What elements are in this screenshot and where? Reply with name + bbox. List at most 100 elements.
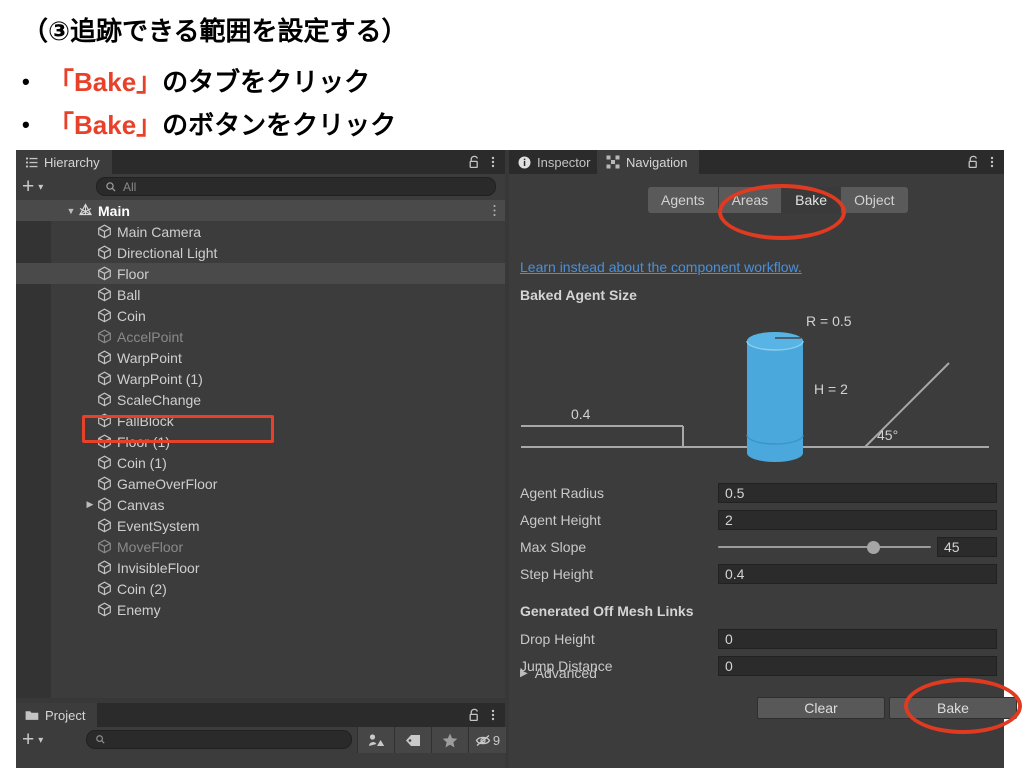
- kebab-menu-icon[interactable]: [493, 204, 496, 217]
- kebab-menu-icon[interactable]: [990, 155, 994, 169]
- label-tag-icon: [405, 734, 422, 747]
- field-label: Step Height: [520, 566, 594, 582]
- hierarchy-item-label: InvisibleFloor: [117, 559, 200, 576]
- hierarchy-item-floor[interactable]: Floor: [16, 263, 505, 284]
- clear-button[interactable]: Clear: [757, 697, 885, 719]
- twisty[interactable]: ▶: [85, 499, 95, 510]
- tab-navigation[interactable]: Navigation: [597, 150, 700, 174]
- hierarchy-item-main[interactable]: ▼ Main: [16, 200, 505, 221]
- search-icon: [105, 181, 117, 193]
- project-favorite-button[interactable]: [431, 727, 468, 753]
- bullet-marker-2: •: [22, 112, 30, 137]
- hierarchy-item-enemy[interactable]: Enemy: [16, 599, 505, 620]
- bake-row-agent-radius: Agent Radius 0.5: [509, 480, 1004, 506]
- project-search-input[interactable]: [86, 730, 352, 749]
- hierarchy-item-label: Canvas: [117, 496, 165, 513]
- bake-row-step-height: Step Height 0.4: [509, 561, 1004, 587]
- kebab-menu-icon[interactable]: [491, 708, 495, 722]
- bake-row-agent-height: Agent Height 2: [509, 507, 1004, 533]
- inspector-tabbar: Inspector Navigation: [509, 150, 1004, 174]
- hierarchy-item-label: Directional Light: [117, 244, 218, 261]
- hierarchy-item-label: Coin (2): [117, 580, 167, 597]
- hierarchy-item-floor-1[interactable]: Floor (1): [16, 431, 505, 452]
- info-icon: [518, 156, 531, 169]
- tab-hierarchy[interactable]: Hierarchy: [16, 150, 112, 174]
- gameobject-cube-icon: [97, 581, 112, 596]
- hierarchy-item-coin[interactable]: Coin: [16, 305, 505, 326]
- gameobject-cube-icon: [97, 224, 112, 239]
- nav-mode-button-object[interactable]: Object: [841, 187, 908, 213]
- folder-icon: [25, 709, 39, 721]
- project-add-control[interactable]: + ▾: [22, 729, 43, 750]
- tab-inspector[interactable]: Inspector: [509, 150, 602, 174]
- hierarchy-item-coin-1[interactable]: Coin (1): [16, 452, 505, 473]
- field-label: Agent Height: [520, 512, 601, 528]
- hierarchy-tabbar: Hierarchy: [16, 150, 505, 174]
- hierarchy-tree[interactable]: ▼ Main Main Camera Directional Light Floor Ba…: [16, 200, 505, 698]
- kebab-menu-icon[interactable]: [491, 155, 495, 169]
- hierarchy-search-input[interactable]: All: [96, 177, 496, 196]
- tab-project[interactable]: Project: [16, 703, 98, 727]
- hierarchy-item-accelpoint[interactable]: AccelPoint: [16, 326, 505, 347]
- field-value[interactable]: 45: [937, 537, 997, 557]
- hidden-eye-icon: [475, 734, 492, 747]
- hierarchy-item-ball[interactable]: Ball: [16, 284, 505, 305]
- hierarchy-item-gameoverfloor[interactable]: GameOverFloor: [16, 473, 505, 494]
- gameobject-cube-icon: [97, 266, 112, 281]
- add-button[interactable]: +: [22, 729, 34, 750]
- nav-mode-button-agents[interactable]: Agents: [648, 187, 719, 213]
- lock-open-icon[interactable]: [468, 155, 481, 169]
- hierarchy-item-eventsystem[interactable]: EventSystem: [16, 515, 505, 536]
- nav-mode-button-bake[interactable]: Bake: [782, 187, 842, 213]
- hierarchy-item-invisiblefloor[interactable]: InvisibleFloor: [16, 557, 505, 578]
- add-button[interactable]: +: [22, 176, 34, 197]
- field-value[interactable]: 0: [718, 656, 997, 676]
- project-hidden-button[interactable]: 9: [468, 727, 506, 753]
- hierarchy-item-label: Floor (1): [117, 433, 170, 450]
- bullet-text-1: のタブをクリック: [162, 67, 371, 97]
- offmesh-links-header: Generated Off Mesh Links: [520, 603, 694, 619]
- field-value[interactable]: 2: [718, 510, 997, 530]
- twisty[interactable]: ▼: [66, 206, 76, 216]
- slide-bullet-2: • 「Bake」のボタンをクリック: [22, 105, 396, 142]
- project-label-button[interactable]: [394, 727, 431, 753]
- hierarchy-item-movefloor[interactable]: MoveFloor: [16, 536, 505, 557]
- project-filter-avatar-button[interactable]: [357, 727, 394, 753]
- unity-editor-window: Hierarchy + ▾ All ▼ Main Main Camera Dir…: [16, 150, 1022, 768]
- hierarchy-search-placeholder: All: [123, 179, 137, 194]
- nav-mode-button-areas[interactable]: Areas: [718, 187, 783, 213]
- hierarchy-item-fallblock[interactable]: FallBlock: [16, 410, 505, 431]
- field-value[interactable]: 0.4: [718, 564, 997, 584]
- advanced-foldout[interactable]: ▶ Advanced: [520, 665, 597, 681]
- bake-button[interactable]: Bake: [889, 697, 1017, 719]
- hierarchy-item-canvas[interactable]: ▶ Canvas: [16, 494, 505, 515]
- hierarchy-item-warppoint-1[interactable]: WarpPoint (1): [16, 368, 505, 389]
- gameobject-cube-icon: [97, 350, 112, 365]
- max-slope-slider-handle[interactable]: [867, 541, 881, 554]
- hierarchy-item-scalechange[interactable]: ScaleChange: [16, 389, 505, 410]
- add-dropdown-arrow[interactable]: ▾: [38, 182, 43, 193]
- navigation-mode-buttons[interactable]: Agents Areas Bake Object: [648, 187, 908, 213]
- inspector-panel-controls: [967, 150, 994, 174]
- hierarchy-item-warppoint[interactable]: WarpPoint: [16, 347, 505, 368]
- gameobject-cube-icon: [97, 329, 112, 344]
- field-value[interactable]: 0: [718, 629, 997, 649]
- hierarchy-item-coin-2[interactable]: Coin (2): [16, 578, 505, 599]
- hierarchy-panel-controls: [468, 150, 495, 174]
- field-label: Agent Radius: [520, 485, 605, 501]
- project-panel-controls: [468, 703, 495, 727]
- gameobject-cube-icon: [97, 245, 112, 260]
- hierarchy-item-directional-light[interactable]: Directional Light: [16, 242, 505, 263]
- lock-open-icon[interactable]: [967, 155, 980, 169]
- hierarchy-item-label: Main: [98, 202, 130, 219]
- field-value[interactable]: 0.5: [718, 483, 997, 503]
- slide-bullet-1: • 「Bake」のタブをクリック: [22, 62, 370, 99]
- unity-scene-icon: [78, 203, 93, 218]
- lock-open-icon[interactable]: [468, 708, 481, 722]
- add-dropdown-arrow[interactable]: ▾: [38, 735, 43, 746]
- tab-navigation-label: Navigation: [626, 154, 688, 170]
- hierarchy-item-main-camera[interactable]: Main Camera: [16, 221, 505, 242]
- max-slope-slider-track[interactable]: [718, 546, 931, 548]
- learn-workflow-link[interactable]: Learn instead about the component workfl…: [520, 259, 802, 275]
- hierarchy-add-control[interactable]: + ▾: [22, 176, 43, 197]
